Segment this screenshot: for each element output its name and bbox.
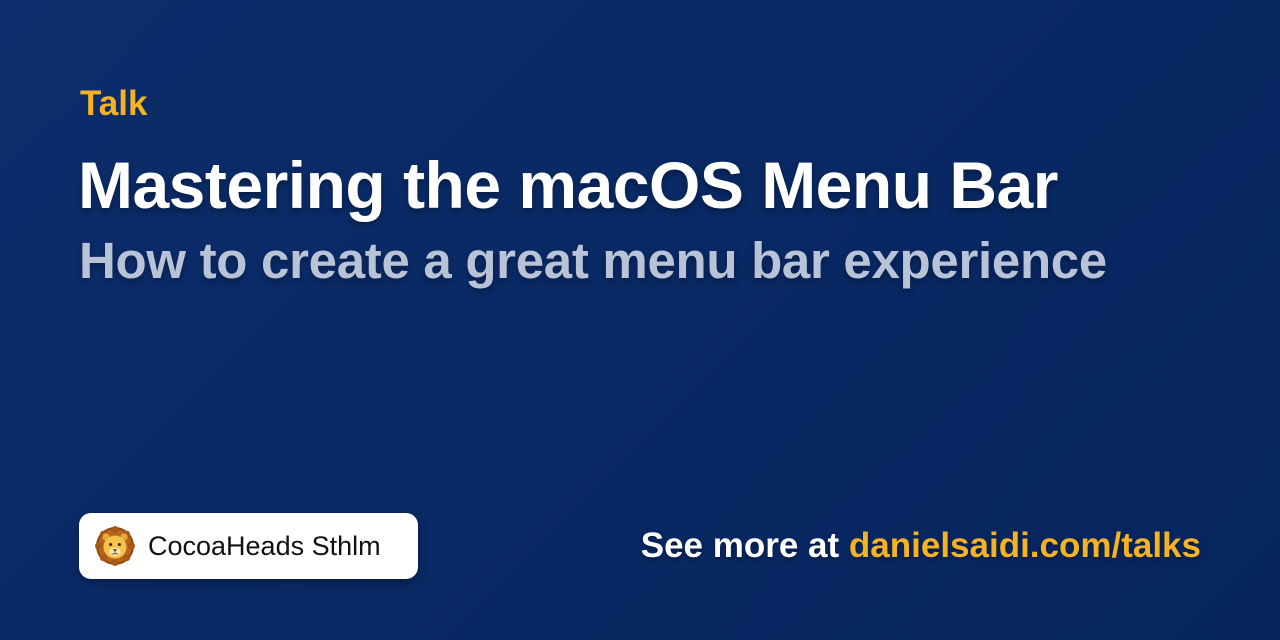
talk-title: Mastering the macOS Menu Bar [78,148,1058,222]
talk-subtitle: How to create a great menu bar experienc… [79,232,1107,289]
talk-card: Talk Mastering the macOS Menu Bar How to… [0,0,1280,640]
eyebrow-label: Talk [80,84,148,123]
organizer-badge: CocoaHeads Sthlm [79,513,418,579]
organizer-name: CocoaHeads Sthlm [148,531,381,561]
footer-prefix: See more at [640,526,849,565]
lion-face-icon [95,526,135,566]
footer-cta: See more at danielsaidi.com/talks [641,525,1201,567]
talks-link[interactable]: danielsaidi.com/talks [849,526,1201,565]
